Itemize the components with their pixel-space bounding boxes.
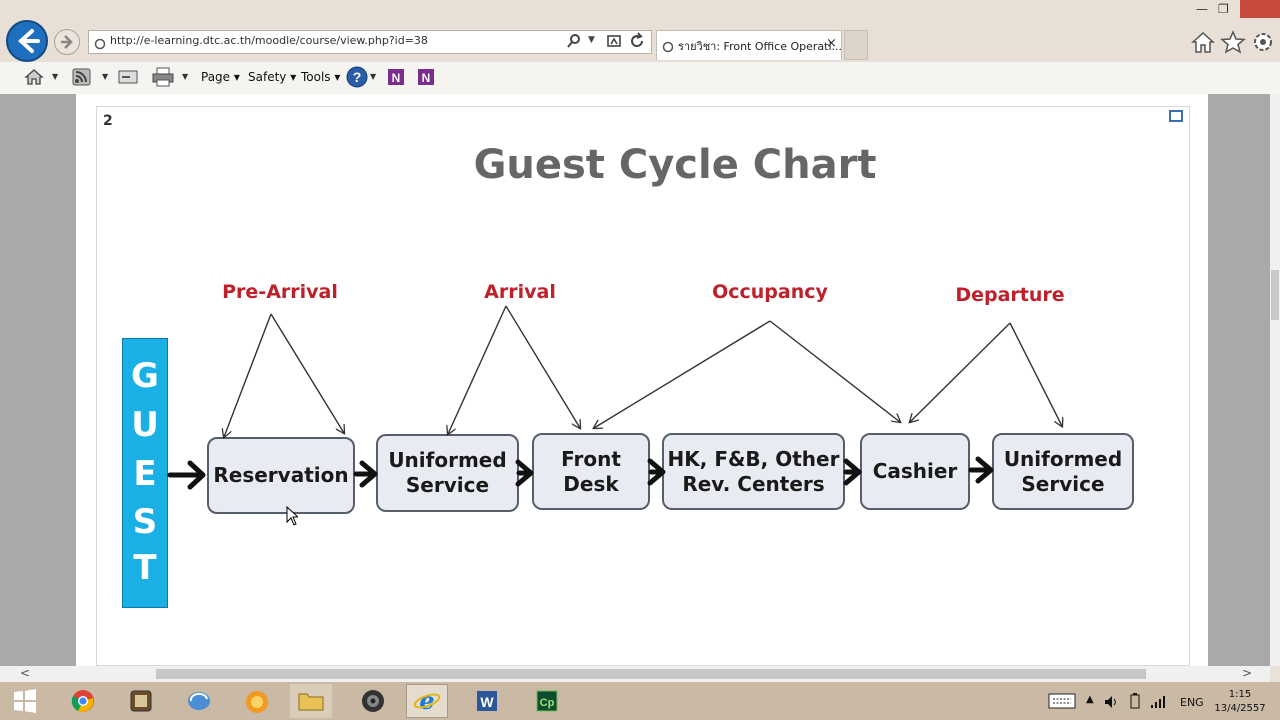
internet-explorer-icon[interactable]: e bbox=[406, 684, 448, 718]
chrome-icon[interactable] bbox=[62, 684, 104, 718]
search-dropdown-icon[interactable]: ▼ bbox=[588, 35, 595, 45]
app-icon-orange[interactable] bbox=[236, 684, 278, 718]
refresh-icon[interactable] bbox=[628, 32, 646, 54]
page-menu[interactable]: Page ▾ bbox=[201, 70, 240, 84]
speaker-app-icon[interactable] bbox=[352, 684, 394, 718]
guest-letter: S bbox=[132, 502, 158, 542]
chart-title: Guest Cycle Chart bbox=[473, 142, 877, 188]
sync-icon[interactable] bbox=[178, 684, 220, 718]
tab-title[interactable]: รายวิชา: Front Office Operati... bbox=[678, 37, 842, 55]
back-arrow-icon bbox=[18, 29, 40, 53]
settings-gear-icon[interactable] bbox=[1250, 30, 1276, 58]
command-bar bbox=[0, 62, 1280, 95]
help-icon[interactable]: ? bbox=[346, 66, 368, 92]
clock-date: 13/4/2557 bbox=[1214, 703, 1266, 714]
language-indicator[interactable]: ENG bbox=[1180, 696, 1204, 709]
url-text[interactable]: http://e-learning.dtc.ac.th/moodle/cours… bbox=[110, 34, 428, 47]
step-revenue-centers: HK, F&B, Other Rev. Centers bbox=[662, 433, 845, 510]
vertical-scrollbar[interactable] bbox=[1270, 94, 1280, 666]
svg-text:?: ? bbox=[353, 69, 362, 85]
guest-letter: U bbox=[131, 405, 159, 445]
forward-button[interactable] bbox=[54, 29, 80, 55]
window-close-button[interactable] bbox=[1240, 0, 1280, 18]
power-icon[interactable] bbox=[1128, 693, 1142, 713]
phase-pre-arrival: Pre-Arrival bbox=[222, 281, 338, 303]
scroll-right-button[interactable]: > bbox=[1242, 666, 1252, 680]
slide-number: 2 bbox=[103, 113, 113, 129]
onenote-icon[interactable]: N bbox=[386, 67, 406, 91]
search-icon[interactable] bbox=[566, 33, 582, 53]
home-dropdown-icon[interactable]: ▼ bbox=[52, 72, 58, 81]
svg-text:W: W bbox=[480, 694, 494, 710]
favorites-star-icon[interactable] bbox=[1220, 30, 1246, 58]
window-restore-button[interactable]: ❐ bbox=[1218, 2, 1229, 16]
file-explorer-icon[interactable] bbox=[290, 684, 332, 718]
step-uniformed-service-arrival: Uniformed Service bbox=[376, 434, 519, 512]
mouse-cursor-icon bbox=[286, 505, 300, 530]
svg-text:N: N bbox=[422, 71, 431, 85]
back-button[interactable] bbox=[6, 20, 48, 62]
guest-letter: E bbox=[133, 454, 157, 494]
clock[interactable]: 1:15 13/4/2557 bbox=[1214, 688, 1266, 716]
print-icon[interactable] bbox=[152, 67, 174, 91]
network-signal-icon[interactable] bbox=[1150, 694, 1166, 713]
volume-icon[interactable] bbox=[1104, 694, 1120, 713]
svg-text:Cp: Cp bbox=[540, 697, 555, 709]
home-icon[interactable] bbox=[1190, 30, 1216, 58]
captivate-icon[interactable]: Cp bbox=[526, 684, 568, 718]
help-dropdown-icon[interactable]: ▼ bbox=[370, 72, 376, 81]
windows-start-icon[interactable] bbox=[4, 684, 46, 718]
window-minimize-button[interactable]: — bbox=[1196, 2, 1208, 16]
step-cashier: Cashier bbox=[860, 433, 970, 510]
show-hidden-icons-icon[interactable]: ▲ bbox=[1086, 694, 1094, 705]
page-favicon-icon bbox=[94, 35, 106, 54]
tab-favicon-icon bbox=[662, 38, 674, 57]
app-icon[interactable] bbox=[120, 684, 162, 718]
step-front-desk: Front Desk bbox=[532, 433, 650, 510]
scroll-left-button[interactable]: < bbox=[20, 666, 30, 680]
read-mail-icon[interactable] bbox=[118, 69, 138, 89]
onenote-linked-icon[interactable]: N bbox=[416, 67, 436, 91]
safety-menu[interactable]: Safety ▾ bbox=[248, 70, 296, 84]
phase-departure: Departure bbox=[955, 284, 1065, 306]
word-icon[interactable]: W bbox=[466, 684, 508, 718]
home-command-icon[interactable] bbox=[24, 68, 44, 90]
clock-time: 1:15 bbox=[1228, 689, 1252, 700]
new-tab-button[interactable] bbox=[844, 30, 868, 60]
step-reservation: Reservation bbox=[207, 437, 355, 514]
keyboard-icon[interactable] bbox=[1048, 693, 1076, 713]
vertical-scroll-thumb[interactable] bbox=[1271, 270, 1279, 320]
svg-text:N: N bbox=[392, 71, 401, 85]
print-dropdown-icon[interactable]: ▼ bbox=[182, 72, 188, 81]
compatibility-view-icon[interactable] bbox=[606, 33, 622, 53]
feeds-icon[interactable] bbox=[72, 68, 92, 90]
guest-letter: T bbox=[133, 548, 157, 588]
svg-text:e: e bbox=[419, 688, 434, 714]
phase-arrival: Arrival bbox=[484, 281, 556, 303]
horizontal-scroll-thumb[interactable] bbox=[156, 669, 1146, 679]
maximize-slide-icon[interactable] bbox=[1169, 110, 1183, 122]
step-uniformed-service-departure: Uniformed Service bbox=[992, 433, 1134, 510]
feeds-dropdown-icon[interactable]: ▼ bbox=[102, 72, 108, 81]
slide-frame bbox=[96, 106, 1190, 666]
forward-arrow-icon bbox=[61, 35, 73, 49]
tab-close-button[interactable]: × bbox=[826, 36, 837, 51]
tools-menu[interactable]: Tools ▾ bbox=[301, 70, 340, 84]
guest-letter: G bbox=[131, 356, 159, 396]
phase-occupancy: Occupancy bbox=[712, 281, 828, 303]
